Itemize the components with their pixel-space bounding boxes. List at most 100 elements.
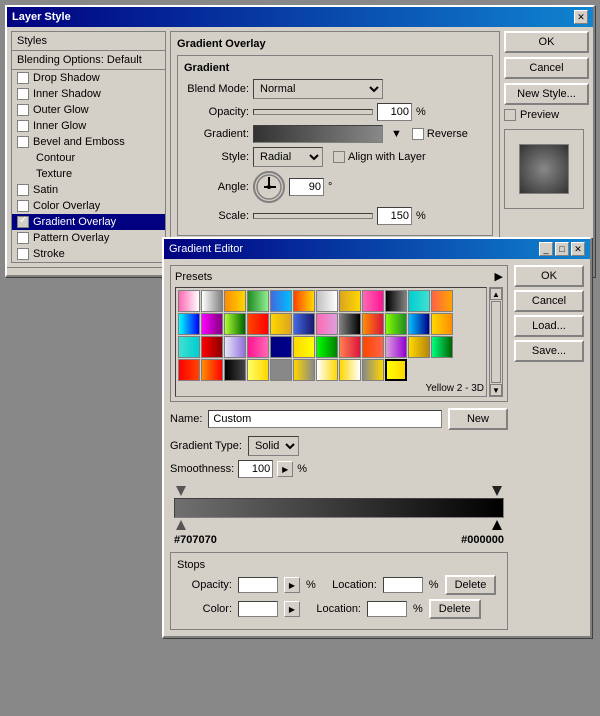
align-layer-checkbox[interactable] — [333, 151, 345, 163]
preset-3[interactable] — [224, 290, 246, 312]
preset-2[interactable] — [201, 290, 223, 312]
drop-shadow-checkbox[interactable] — [17, 72, 29, 84]
opacity-stops-input[interactable] — [238, 577, 278, 593]
ge-cancel-button[interactable]: Cancel — [514, 290, 584, 312]
gradient-bar[interactable] — [174, 498, 504, 518]
inner-shadow-item[interactable]: Inner Shadow — [12, 86, 165, 102]
blend-mode-select[interactable]: Normal — [253, 79, 383, 99]
preset-31[interactable] — [316, 336, 338, 358]
opacity-stops-arrow[interactable]: ▶ — [284, 577, 300, 593]
bottom-left-stop[interactable] — [176, 520, 186, 530]
color-stops-arrow[interactable]: ▶ — [284, 601, 300, 617]
bevel-emboss-item[interactable]: Bevel and Emboss — [12, 134, 165, 150]
preset-9[interactable] — [362, 290, 384, 312]
style-select[interactable]: Radial — [253, 147, 323, 167]
gradient-swatch[interactable] — [253, 125, 383, 143]
angle-input[interactable] — [289, 178, 324, 196]
preset-22[interactable] — [385, 313, 407, 335]
pattern-overlay-item[interactable]: Pattern Overlay — [12, 230, 165, 246]
preset-33[interactable] — [362, 336, 384, 358]
scroll-up-button[interactable]: ▲ — [490, 288, 502, 300]
preset-25[interactable] — [178, 336, 200, 358]
preset-35[interactable] — [408, 336, 430, 358]
ge-close-button[interactable]: ✕ — [571, 242, 585, 256]
ok-button[interactable]: OK — [504, 31, 589, 53]
preset-24[interactable] — [431, 313, 453, 335]
preset-40[interactable] — [247, 359, 269, 381]
pattern-overlay-checkbox[interactable] — [17, 232, 29, 244]
stroke-checkbox[interactable] — [17, 248, 29, 260]
preset-14[interactable] — [201, 313, 223, 335]
opacity-input[interactable] — [377, 103, 412, 121]
smoothness-arrow[interactable]: ▶ — [277, 461, 293, 477]
preset-15[interactable] — [224, 313, 246, 335]
preset-8[interactable] — [339, 290, 361, 312]
preset-32[interactable] — [339, 336, 361, 358]
color-stops-input[interactable] — [238, 601, 278, 617]
preview-checkbox[interactable] — [504, 109, 516, 121]
presets-arrow[interactable]: ▶ — [495, 270, 503, 283]
outer-glow-item[interactable]: Outer Glow — [12, 102, 165, 118]
new-style-button[interactable]: New Style... — [504, 83, 589, 105]
angle-dial[interactable] — [253, 171, 285, 203]
scale-input[interactable] — [377, 207, 412, 225]
satin-item[interactable]: Satin — [12, 182, 165, 198]
scale-slider[interactable] — [253, 213, 373, 219]
preset-16[interactable] — [247, 313, 269, 335]
preset-12[interactable] — [431, 290, 453, 312]
scroll-thumb[interactable] — [491, 301, 501, 383]
outer-glow-checkbox[interactable] — [17, 104, 29, 116]
preset-36[interactable] — [431, 336, 453, 358]
smoothness-input[interactable] — [238, 460, 273, 478]
preset-29[interactable] — [270, 336, 292, 358]
inner-shadow-checkbox[interactable] — [17, 88, 29, 100]
preset-5[interactable] — [270, 290, 292, 312]
preset-43[interactable] — [316, 359, 338, 381]
preset-10[interactable] — [385, 290, 407, 312]
ge-maximize-button[interactable]: □ — [555, 242, 569, 256]
bottom-right-stop[interactable] — [492, 520, 502, 530]
preset-42[interactable] — [293, 359, 315, 381]
close-button[interactable]: ✕ — [574, 10, 588, 24]
preset-44[interactable] — [339, 359, 361, 381]
name-input[interactable] — [208, 410, 442, 428]
preset-1[interactable] — [178, 290, 200, 312]
preset-13[interactable] — [178, 313, 200, 335]
preset-27[interactable] — [224, 336, 246, 358]
inner-glow-checkbox[interactable] — [17, 120, 29, 132]
gradient-dropdown-arrow[interactable]: ▼ — [391, 128, 402, 140]
preset-34[interactable] — [385, 336, 407, 358]
satin-checkbox[interactable] — [17, 184, 29, 196]
preset-19[interactable] — [316, 313, 338, 335]
preset-7[interactable] — [316, 290, 338, 312]
top-left-stop[interactable] — [176, 486, 186, 496]
color-delete-button[interactable]: Delete — [429, 599, 481, 619]
scroll-down-button[interactable]: ▼ — [490, 384, 502, 396]
preset-18[interactable] — [293, 313, 315, 335]
reverse-checkbox[interactable] — [412, 128, 424, 140]
preset-21[interactable] — [362, 313, 384, 335]
blending-options-item[interactable]: Blending Options: Default — [12, 51, 165, 70]
ge-load-button[interactable]: Load... — [514, 315, 584, 337]
preset-38[interactable] — [201, 359, 223, 381]
preset-45[interactable] — [362, 359, 384, 381]
gradient-overlay-item[interactable]: Gradient Overlay — [12, 214, 165, 230]
opacity-delete-button[interactable]: Delete — [445, 575, 497, 595]
preset-17[interactable] — [270, 313, 292, 335]
bevel-emboss-checkbox[interactable] — [17, 136, 29, 148]
drop-shadow-item[interactable]: Drop Shadow — [12, 70, 165, 86]
opacity-slider[interactable] — [253, 109, 373, 115]
color-location-input[interactable] — [367, 601, 407, 617]
gradient-type-select[interactable]: Solid — [248, 436, 299, 456]
ge-ok-button[interactable]: OK — [514, 265, 584, 287]
preset-23[interactable] — [408, 313, 430, 335]
preset-28[interactable] — [247, 336, 269, 358]
opacity-location-input[interactable] — [383, 577, 423, 593]
preset-4[interactable] — [247, 290, 269, 312]
inner-glow-item[interactable]: Inner Glow — [12, 118, 165, 134]
preset-11[interactable] — [408, 290, 430, 312]
preset-30[interactable] — [293, 336, 315, 358]
gradient-overlay-checkbox[interactable] — [17, 216, 29, 228]
preset-37[interactable] — [178, 359, 200, 381]
texture-item[interactable]: Texture — [12, 166, 165, 182]
